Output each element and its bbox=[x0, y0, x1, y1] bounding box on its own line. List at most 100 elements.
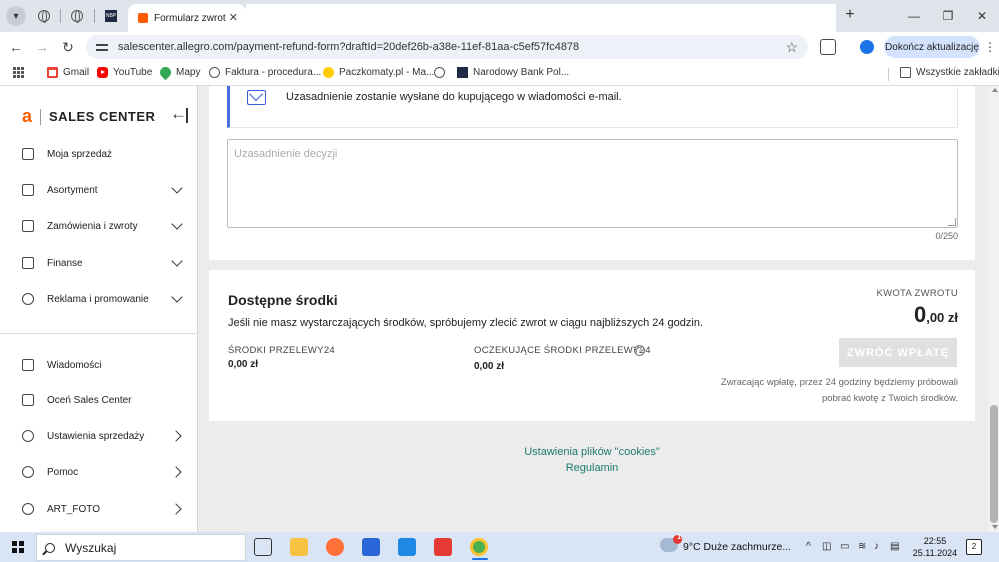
sales-center-logo[interactable]: a SALES CENTER bbox=[22, 106, 155, 127]
textarea-resize-handle[interactable] bbox=[948, 218, 956, 226]
refund-note: Zwracając wpłatę, przez 24 godziny będzi… bbox=[720, 377, 958, 404]
close-window-icon[interactable]: ✕ bbox=[972, 6, 992, 26]
forward-icon[interactable]: → bbox=[33, 38, 51, 56]
sidebar-item-moja-sprzedaz[interactable]: Moja sprzedaż bbox=[0, 142, 198, 166]
terms-link[interactable]: Regulamin bbox=[480, 462, 704, 474]
bookmark-faktura[interactable]: Faktura - procedura... bbox=[209, 67, 321, 78]
sidebar-item-wiadomosci[interactable]: Wiadomości bbox=[0, 353, 198, 377]
chevron-down-icon[interactable] bbox=[170, 218, 186, 234]
bookmark-youtube[interactable]: YouTube bbox=[97, 67, 152, 78]
pending-funds-value: 0,00 zł bbox=[474, 361, 505, 372]
sidebar: a SALES CENTER Moja sprzedaż Asortyment … bbox=[0, 86, 198, 532]
close-tab-icon[interactable]: ✕ bbox=[229, 11, 238, 24]
chevron-right-icon[interactable] bbox=[170, 428, 186, 444]
justification-textarea[interactable] bbox=[227, 139, 958, 228]
sidebar-item-reklama[interactable]: Reklama i promowanie bbox=[0, 287, 198, 311]
scrollbar-thumb[interactable] bbox=[990, 405, 998, 523]
scroll-down-arrow-icon[interactable] bbox=[992, 525, 998, 529]
finish-update-button[interactable]: Dokończ aktualizację bbox=[884, 36, 980, 58]
sidebar-item-ocen[interactable]: Oceń Sales Center bbox=[0, 388, 198, 412]
tab-nbp[interactable]: NBP bbox=[100, 6, 122, 26]
battery-icon[interactable]: ▭ bbox=[840, 541, 849, 552]
nbp-favicon-icon bbox=[457, 67, 468, 78]
notifications-icon[interactable]: 2 bbox=[966, 539, 982, 555]
taskbar-search-input[interactable] bbox=[65, 540, 215, 555]
extensions-icon[interactable] bbox=[820, 39, 836, 55]
tab-globe-2[interactable] bbox=[66, 6, 88, 26]
refund-payment-button[interactable]: ZWRÓĆ WPŁATĘ bbox=[839, 338, 957, 367]
address-url[interactable]: salescenter.allegro.com/payment-refund-f… bbox=[118, 41, 785, 53]
collapse-sidebar-icon[interactable] bbox=[170, 104, 190, 126]
globe-icon bbox=[38, 10, 50, 23]
weather-cloud-icon[interactable]: 1 bbox=[660, 534, 682, 552]
all-bookmarks[interactable]: Wszystkie zakładki bbox=[900, 67, 999, 78]
profile-avatar-icon[interactable] bbox=[860, 40, 874, 54]
wifi-icon[interactable]: ≋ bbox=[858, 541, 866, 552]
sidebar-item-label: Zamówienia i zwroty bbox=[47, 220, 138, 232]
inventory-icon bbox=[22, 184, 34, 196]
windows-start-icon[interactable] bbox=[12, 541, 24, 553]
orders-icon bbox=[22, 220, 34, 232]
chevron-right-icon[interactable] bbox=[170, 501, 186, 517]
sidebar-item-label: Oceń Sales Center bbox=[47, 394, 132, 406]
printer-icon[interactable]: ▤ bbox=[890, 541, 899, 552]
logo-divider bbox=[40, 108, 42, 125]
mail-icon[interactable] bbox=[398, 538, 416, 556]
sidebar-item-pomoc[interactable]: Pomoc bbox=[0, 460, 198, 484]
bookmark-globe[interactable] bbox=[434, 67, 450, 78]
task-view-icon[interactable] bbox=[254, 538, 272, 556]
restore-icon[interactable]: ❐ bbox=[938, 6, 958, 26]
active-tab[interactable]: Formularz zwrotu ✕ bbox=[128, 4, 246, 32]
char-counter: 0/250 bbox=[935, 231, 958, 241]
bookmark-star-icon[interactable]: ☆ bbox=[785, 39, 798, 56]
refund-amount-major: 0 bbox=[913, 302, 927, 327]
sidebar-item-finanse[interactable]: Finanse bbox=[0, 251, 198, 275]
back-icon[interactable]: ← bbox=[7, 38, 25, 56]
bookmark-nbp[interactable]: Narodowy Bank Pol... bbox=[457, 67, 569, 78]
dashboard-icon bbox=[22, 148, 34, 160]
email-notice-text: Uzasadnienie zostanie wysłane do kupując… bbox=[286, 91, 622, 103]
scroll-up-arrow-icon[interactable] bbox=[992, 88, 998, 92]
new-tab-icon[interactable]: + bbox=[840, 6, 860, 24]
bookmark-gmail[interactable]: Gmail bbox=[47, 67, 89, 78]
bookmark-maps[interactable]: Mapy bbox=[157, 64, 200, 81]
chevron-down-icon[interactable] bbox=[170, 255, 186, 271]
finance-icon bbox=[22, 257, 34, 269]
info-icon[interactable]: ? bbox=[634, 345, 645, 356]
sidebar-item-zamowienia[interactable]: Zamówienia i zwroty bbox=[0, 214, 198, 238]
chevron-right-icon[interactable] bbox=[170, 464, 186, 480]
chrome-icon[interactable] bbox=[470, 538, 488, 556]
messages-icon bbox=[22, 359, 34, 371]
tab-globe-1[interactable] bbox=[33, 6, 55, 26]
apps-button[interactable] bbox=[13, 67, 24, 78]
browser-menu-icon[interactable]: ⋮ bbox=[984, 40, 996, 54]
chevron-down-icon[interactable] bbox=[170, 182, 186, 198]
firefox-icon[interactable] bbox=[326, 538, 344, 556]
taskbar-search[interactable] bbox=[36, 534, 246, 561]
chevron-down-icon[interactable] bbox=[170, 291, 186, 307]
weather-widget[interactable]: 9°C Duże zachmurze... bbox=[683, 541, 791, 553]
tab-strip-empty bbox=[246, 4, 836, 32]
minimize-icon[interactable]: — bbox=[904, 6, 924, 26]
search-icon bbox=[45, 542, 55, 553]
tray-expand-icon[interactable]: ^ bbox=[806, 541, 811, 552]
reload-icon[interactable]: ↻ bbox=[59, 38, 77, 56]
tray-app-icon[interactable]: ◫ bbox=[822, 541, 831, 552]
taskbar-clock[interactable]: 22:55 25.11.2024 bbox=[912, 535, 958, 559]
tab-search-dropdown-icon[interactable]: ▾ bbox=[6, 6, 26, 26]
sidebar-item-label: Pomoc bbox=[47, 466, 79, 478]
sidebar-item-ustawienia[interactable]: Ustawienia sprzedaży bbox=[0, 424, 198, 448]
sidebar-item-account[interactable]: ART_FOTO bbox=[0, 497, 198, 521]
store-icon[interactable] bbox=[362, 538, 380, 556]
globe-icon bbox=[434, 67, 445, 78]
clock-time: 22:55 bbox=[923, 536, 947, 546]
file-explorer-icon[interactable] bbox=[290, 538, 308, 556]
address-bar[interactable]: salescenter.allegro.com/payment-refund-f… bbox=[86, 35, 808, 59]
bookmark-paczkomaty[interactable]: Paczkomaty.pl - Ma... bbox=[323, 67, 434, 78]
gift-icon[interactable] bbox=[434, 538, 452, 556]
volume-icon[interactable]: ♪ bbox=[874, 541, 879, 552]
cookies-settings-link[interactable]: Ustawienia plików "cookies" bbox=[480, 446, 704, 458]
sidebar-item-asortyment[interactable]: Asortyment bbox=[0, 178, 198, 202]
site-settings-icon[interactable] bbox=[96, 41, 108, 53]
tab-strip: ▾ NBP Formularz zwrotu ✕ + — ❐ ✕ bbox=[0, 0, 999, 32]
